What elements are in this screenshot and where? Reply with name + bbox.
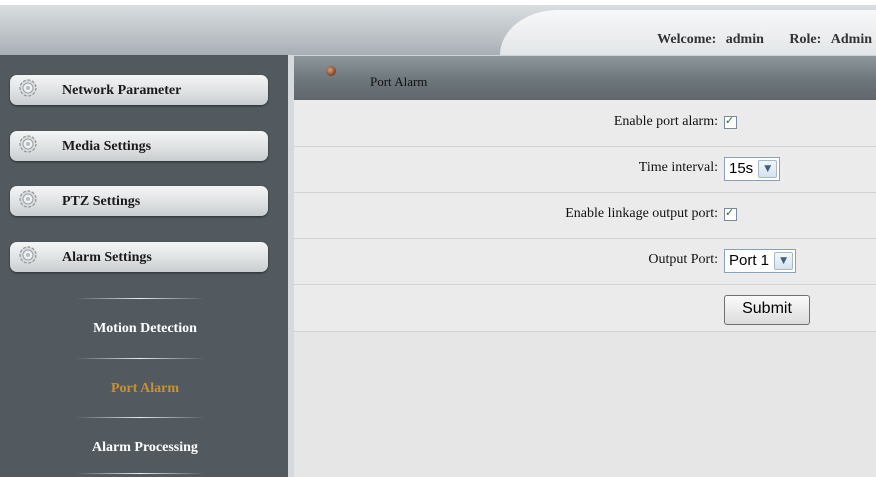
menu-label: Alarm Settings bbox=[62, 250, 152, 265]
submenu-divider bbox=[75, 298, 205, 299]
chevron-down-icon[interactable]: ▼ bbox=[758, 160, 778, 178]
dot-icon bbox=[326, 66, 336, 76]
panel-header: Port Alarm bbox=[294, 55, 876, 100]
panel-title: Port Alarm bbox=[370, 74, 428, 89]
enable-port-alarm-checkbox[interactable]: ✓ bbox=[724, 114, 737, 129]
gear-icon bbox=[19, 190, 37, 208]
field-label: Enable port alarm: bbox=[613, 114, 718, 129]
header-user-area: Welcome: admin Role: Admin bbox=[500, 10, 876, 55]
row-time-interval: Time interval: 15s ▼ bbox=[294, 147, 876, 193]
username: admin bbox=[725, 32, 764, 47]
menu-media-settings[interactable]: Media Settings bbox=[10, 131, 268, 161]
field-label: Enable linkage output port: bbox=[565, 206, 718, 221]
role-value: Admin bbox=[830, 32, 872, 47]
role-label: Role: bbox=[789, 32, 822, 47]
time-interval-select[interactable]: 15s ▼ bbox=[724, 157, 781, 181]
gear-icon bbox=[19, 135, 37, 153]
submit-button[interactable]: Submit bbox=[724, 295, 810, 325]
submenu-motion-detection[interactable]: Motion Detection bbox=[60, 321, 230, 337]
row-output-port: Output Port: Port 1 ▼ bbox=[294, 239, 876, 285]
menu-network-parameter[interactable]: Network Parameter bbox=[10, 75, 268, 105]
enable-linkage-checkbox[interactable]: ✓ bbox=[724, 206, 737, 221]
select-value: Port 1 bbox=[729, 252, 770, 269]
menu-ptz-settings[interactable]: PTZ Settings bbox=[10, 186, 268, 216]
menu-label: PTZ Settings bbox=[62, 194, 141, 209]
submenu-divider bbox=[75, 417, 205, 418]
main-panel: Port Alarm Enable port alarm: ✓ Time int… bbox=[294, 55, 876, 477]
menu-label: Media Settings bbox=[62, 139, 152, 154]
header-top-strip bbox=[0, 0, 876, 5]
sidebar: Network Parameter Media Settings PTZ Set… bbox=[0, 55, 288, 477]
chevron-down-icon[interactable]: ▼ bbox=[774, 252, 794, 270]
row-enable-linkage: Enable linkage output port: ✓ bbox=[294, 193, 876, 239]
field-label: Output Port: bbox=[648, 252, 718, 267]
submenu-divider bbox=[75, 473, 205, 474]
gear-icon bbox=[19, 246, 37, 264]
welcome-text: Welcome: admin Role: Admin bbox=[651, 32, 872, 48]
menu-alarm-settings[interactable]: Alarm Settings bbox=[10, 242, 268, 272]
output-port-select[interactable]: Port 1 ▼ bbox=[724, 249, 797, 273]
panel-empty-area bbox=[294, 332, 876, 477]
row-enable-port-alarm: Enable port alarm: ✓ bbox=[294, 101, 876, 147]
menu-label: Network Parameter bbox=[62, 83, 182, 98]
check-icon: ✓ bbox=[725, 114, 735, 127]
submenu-port-alarm[interactable]: Port Alarm bbox=[60, 381, 230, 397]
check-icon: ✓ bbox=[725, 206, 735, 219]
submenu-alarm-processing[interactable]: Alarm Processing bbox=[60, 440, 230, 456]
gear-icon bbox=[19, 79, 37, 97]
top-header: Welcome: admin Role: Admin bbox=[0, 0, 876, 55]
submenu-divider bbox=[75, 358, 205, 359]
field-label: Time interval: bbox=[638, 160, 718, 175]
select-value: 15s bbox=[729, 160, 754, 177]
welcome-label: Welcome: bbox=[657, 32, 717, 47]
row-submit: Submit bbox=[294, 286, 876, 332]
